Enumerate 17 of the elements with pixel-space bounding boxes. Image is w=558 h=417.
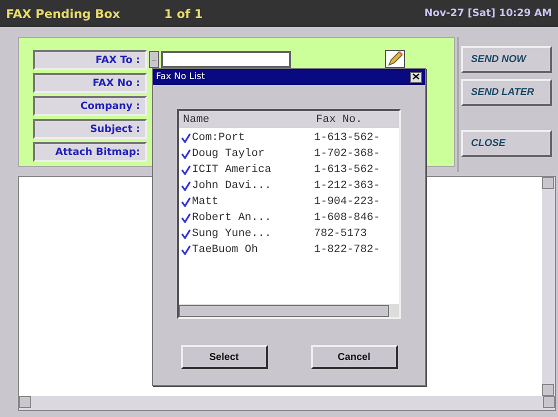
- fax-number: 1-904-223-: [314, 196, 382, 208]
- dialog-title: Fax No List: [156, 72, 205, 82]
- window-title: FAX Pending Box: [6, 6, 120, 20]
- fax-number: 1-608-846-: [314, 212, 382, 224]
- page-counter: 1 of 1: [164, 6, 203, 20]
- fax-number: 1-702-368-: [314, 148, 382, 160]
- field-label: FAX To :: [33, 50, 147, 70]
- date-time: Nov-27 [Sat] 10:29 AM: [424, 8, 552, 19]
- fax-number: 1-613-562-: [314, 164, 382, 176]
- field-label: Subject :: [33, 119, 147, 139]
- field-label: Attach Bitmap:: [33, 142, 147, 162]
- fax-number: 1-212-363-: [314, 180, 382, 192]
- fax-number: 1-822-782-: [314, 244, 382, 256]
- field-label: Company :: [33, 96, 147, 116]
- fax-number: 1-613-562-: [314, 132, 382, 144]
- fax-number: 782-5173: [314, 228, 368, 240]
- field-label: FAX No :: [33, 73, 147, 93]
